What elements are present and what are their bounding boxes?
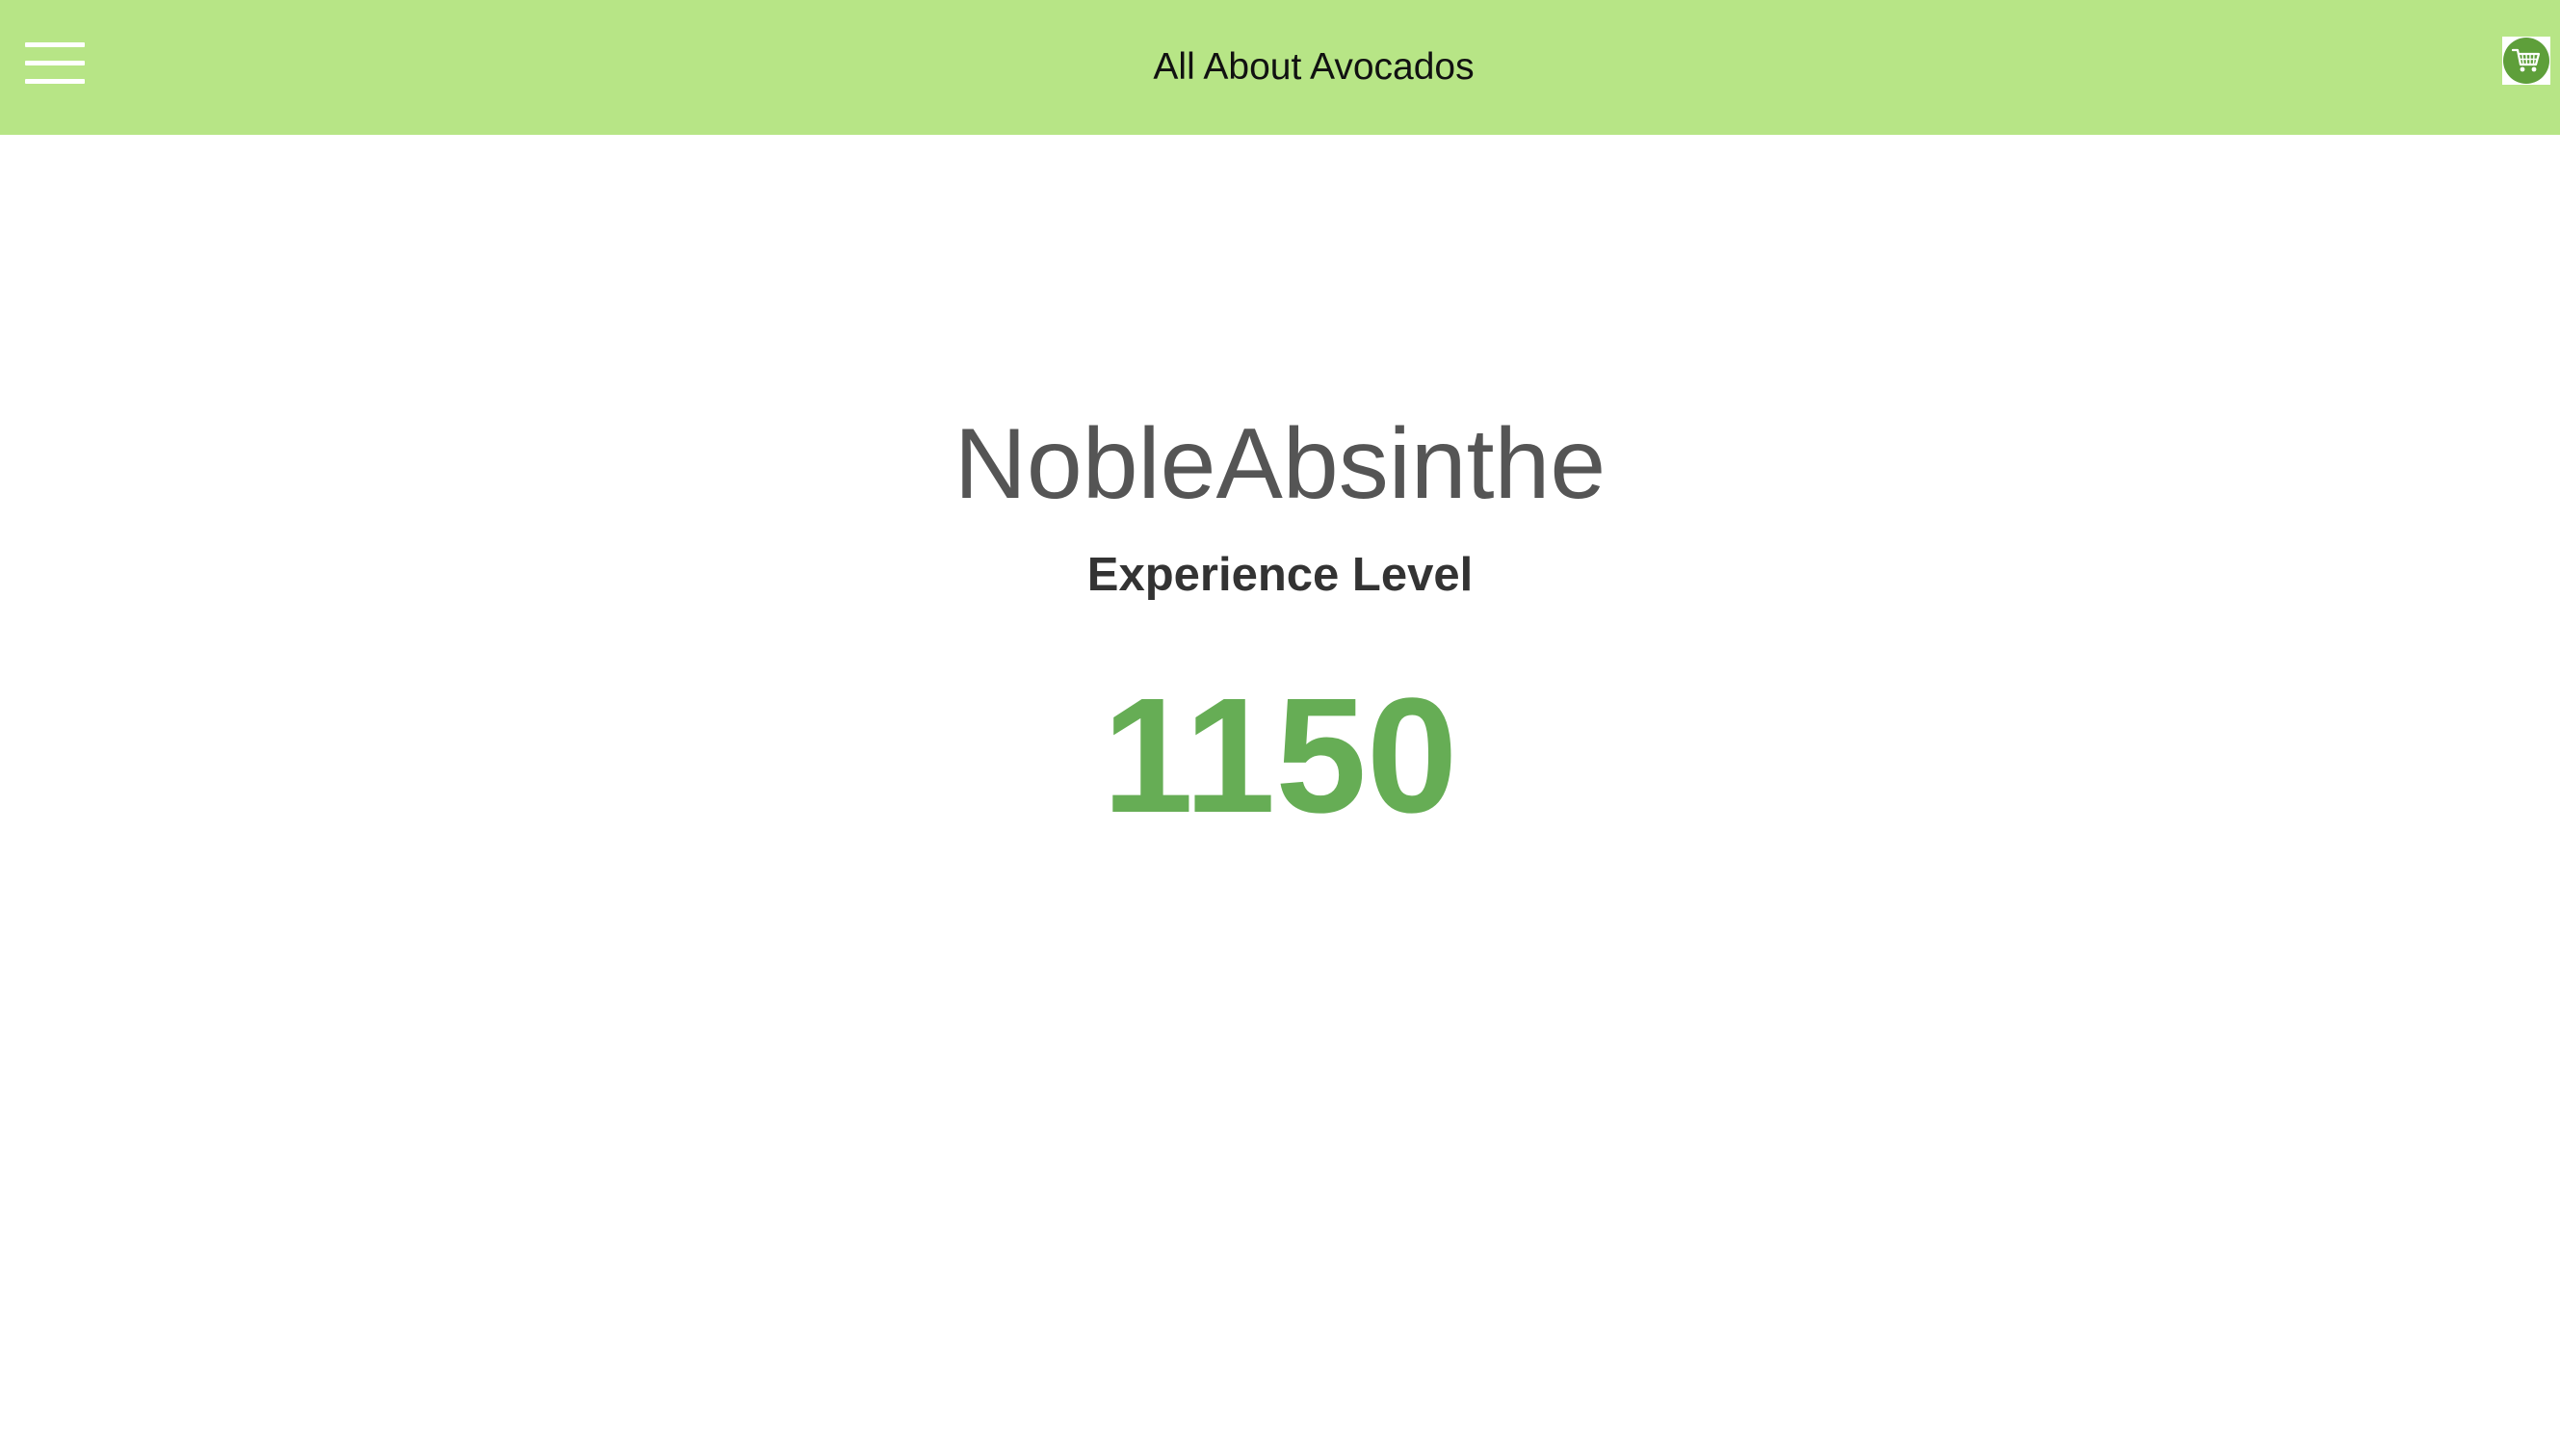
app-header: All About Avocados [0, 0, 2560, 135]
app-title: All About Avocados [1153, 46, 1475, 88]
experience-level-value: 1150 [1102, 664, 1458, 847]
username: NobleAbsinthe [953, 408, 1607, 520]
menu-button[interactable] [25, 40, 87, 87]
experience-level-label: Experience Level [1086, 549, 1474, 601]
cart-button[interactable] [2502, 37, 2550, 85]
shopping-cart-icon [2512, 48, 2541, 72]
